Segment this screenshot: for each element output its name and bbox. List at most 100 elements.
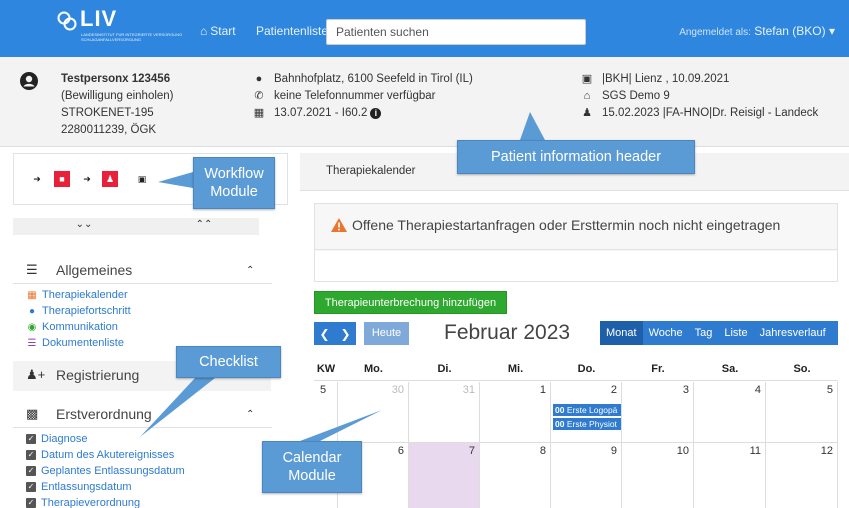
- calendar-event[interactable]: 00 Erste Logopä: [553, 404, 621, 416]
- folder-icon[interactable]: ■: [54, 171, 70, 187]
- calendar-header-mon: Mo.: [338, 363, 409, 381]
- map-marker-icon: ●: [255, 73, 263, 85]
- calendar-day-cell[interactable]: 31: [409, 382, 480, 443]
- nav-start-link[interactable]: ⌂ Start: [200, 24, 236, 38]
- doctor-icon: ♟: [582, 107, 592, 119]
- annotation-patient-header: Patient information header: [457, 140, 695, 174]
- chat-icon: ◉: [27, 321, 37, 333]
- checklist-item-label: Entlassungsdatum: [41, 481, 132, 493]
- checkbox-checked-icon[interactable]: ✓: [26, 450, 36, 460]
- checkbox-checked-icon[interactable]: ✓: [26, 466, 36, 476]
- calendar-header-wed: Mi.: [480, 363, 551, 381]
- calendar-day-cell[interactable]: 5: [766, 382, 838, 443]
- checkbox-checked-icon[interactable]: ✓: [26, 498, 36, 508]
- chevron-up-icon[interactable]: ⌃: [246, 265, 254, 276]
- add-therapy-break-button[interactable]: Therapieunterbrechung hinzufügen: [314, 291, 507, 314]
- calendar-day-cell[interactable]: 8: [480, 443, 551, 508]
- calendar-event[interactable]: 00 Erste Physiot: [553, 418, 621, 430]
- calendar-nav-arrows: ❮ ❯: [314, 322, 356, 345]
- view-week-button[interactable]: Woche: [643, 321, 689, 345]
- alert-message-row: Offene Therapiestartanfragen oder Erstte…: [315, 204, 837, 250]
- expand-all-icon[interactable]: ⌄⌄: [69, 219, 99, 230]
- checklist-item-label: Therapieverordnung: [41, 497, 141, 508]
- sidebar-item-label: Therapiekalender: [42, 289, 128, 301]
- patient-event: 13.07.2021 - I60.2: [274, 107, 368, 119]
- alert-message: Offene Therapiestartanfragen oder Erstte…: [331, 217, 780, 233]
- patient-approval: (Bewilligung einholen): [61, 90, 174, 102]
- checklist-item-planned-discharge[interactable]: ✓ Geplantes Entlassungsdatum: [26, 465, 185, 477]
- chevron-right-icon[interactable]: ❯: [340, 327, 350, 341]
- calendar-day-cell[interactable]: 10: [622, 443, 694, 508]
- sidebar-item-therapy-progress[interactable]: ● Therapiefortschritt: [26, 305, 131, 317]
- patient-contact: ● Bahnhofplatz, 6100 Seefeld in Tirol (IL…: [252, 71, 473, 122]
- patient-insurance: 2280011239, ÖGK: [61, 124, 157, 136]
- section-general-header[interactable]: ☰ Allgemeines: [26, 262, 132, 278]
- view-year-button[interactable]: Jahresverlauf: [754, 321, 832, 345]
- nav-start-label: Start: [210, 24, 236, 38]
- caret-down-icon: ▾: [828, 24, 835, 38]
- section-prescription-header[interactable]: ▩ Erstverordnung: [26, 406, 152, 422]
- calendar-week-number: 5: [314, 382, 338, 443]
- calendar-day-cell[interactable]: 2 00 Erste Logopä 00 Erste Physiot: [551, 382, 622, 443]
- patient-care: ▣ |BKH| Lienz , 10.09.2021 ⌂ SGS Demo 9 ♟ 1…: [580, 71, 818, 122]
- logo-icon: [57, 11, 77, 31]
- calendar-day-cell[interactable]: 12: [766, 443, 838, 508]
- user-remove-icon[interactable]: ♟: [102, 171, 118, 187]
- divider: [13, 427, 272, 428]
- brand-name: LIV: [80, 6, 118, 31]
- patient-program: STROKENET-195: [61, 107, 154, 119]
- patient-doctor: 15.02.2023 |FA-HNO|Dr. Reisigl - Landeck: [602, 107, 819, 119]
- section-registration-header[interactable]: ♟+ Registrierung: [26, 367, 139, 383]
- patient-search-input[interactable]: [326, 19, 586, 45]
- checklist-item-diagnosis[interactable]: ✓ Diagnose: [26, 433, 87, 445]
- calendar-day-cell[interactable]: 9: [551, 443, 622, 508]
- tab-therapy-calendar[interactable]: Therapiekalender: [326, 165, 416, 177]
- calendar-day-cell[interactable]: 4: [694, 382, 766, 443]
- calendar-day-cell[interactable]: 1: [480, 382, 551, 443]
- info-circle-icon: ●: [28, 305, 36, 317]
- checklist-item-acute-date[interactable]: ✓ Datum des Akutereignisses: [26, 449, 174, 461]
- nav-patient-list-link[interactable]: Patientenliste: [256, 24, 328, 38]
- checkbox-checked-icon[interactable]: ✓: [26, 434, 36, 444]
- user-menu[interactable]: Angemeldet als: Stefan (BKO) ▾: [679, 24, 835, 38]
- checklist-item-label: Datum des Akutereignisses: [41, 449, 175, 461]
- collapse-all-icon[interactable]: ⌃⌃: [189, 219, 219, 230]
- alert-empty-area: [315, 251, 837, 281]
- sidebar-item-communication[interactable]: ◉ Kommunikation: [26, 321, 118, 333]
- sidebar-item-label: Dokumentenliste: [42, 337, 124, 349]
- checklist-item-discharge-date[interactable]: ✓ Entlassungsdatum: [26, 481, 132, 493]
- sidebar-item-therapy-calendar[interactable]: ▦ Therapiekalender: [26, 289, 128, 301]
- view-day-button[interactable]: Tag: [689, 321, 719, 345]
- clipboard-icon: ▦: [253, 107, 265, 119]
- archive-icon[interactable]: ▣: [134, 171, 150, 187]
- info-icon[interactable]: i: [370, 108, 382, 119]
- calendar-header-sun: So.: [766, 363, 838, 381]
- sign-out-icon[interactable]: ➜: [29, 171, 45, 187]
- sidebar-item-document-list[interactable]: ☰ Dokumentenliste: [26, 337, 124, 349]
- today-button[interactable]: Heute: [364, 322, 409, 345]
- section-prescription-label: Erstverordnung: [56, 406, 152, 422]
- calendar-day-cell-today[interactable]: 7: [409, 443, 480, 508]
- home-icon: ⌂: [200, 24, 208, 38]
- patient-identity: Testpersonx 123456 (Bewilligung einholen…: [61, 71, 174, 139]
- calendar-header-tue: Di.: [409, 363, 480, 381]
- sign-in-icon[interactable]: ➜: [79, 171, 95, 187]
- list-icon: ☰: [27, 337, 37, 349]
- calendar-day-cell[interactable]: 3: [622, 382, 694, 443]
- brand-subtitle: Landesinstitut für integrierte Versorgun…: [81, 32, 183, 42]
- calendar-header-fri: Fr.: [622, 363, 694, 381]
- calendar-day-cell[interactable]: 30: [338, 382, 409, 443]
- patient-address: Bahnhofplatz, 6100 Seefeld in Tirol (IL): [274, 73, 473, 85]
- checklist-item-therapy-prescription[interactable]: ✓ Therapieverordnung: [26, 497, 140, 508]
- patient-name: Testpersonx 123456: [61, 73, 171, 85]
- user-circle-icon: [20, 72, 38, 90]
- view-list-button[interactable]: Liste: [718, 321, 753, 345]
- chevron-left-icon[interactable]: ❮: [319, 327, 329, 341]
- warning-icon: [331, 218, 347, 232]
- calendar-day-cell[interactable]: 11: [694, 443, 766, 508]
- checkbox-checked-icon[interactable]: ✓: [26, 482, 36, 492]
- view-month-button[interactable]: Monat: [600, 321, 643, 345]
- chevron-up-icon[interactable]: ⌃: [246, 409, 254, 420]
- annotation-workflow-module: Workflow Module: [193, 157, 275, 209]
- checklist-item-label: Diagnose: [41, 433, 88, 445]
